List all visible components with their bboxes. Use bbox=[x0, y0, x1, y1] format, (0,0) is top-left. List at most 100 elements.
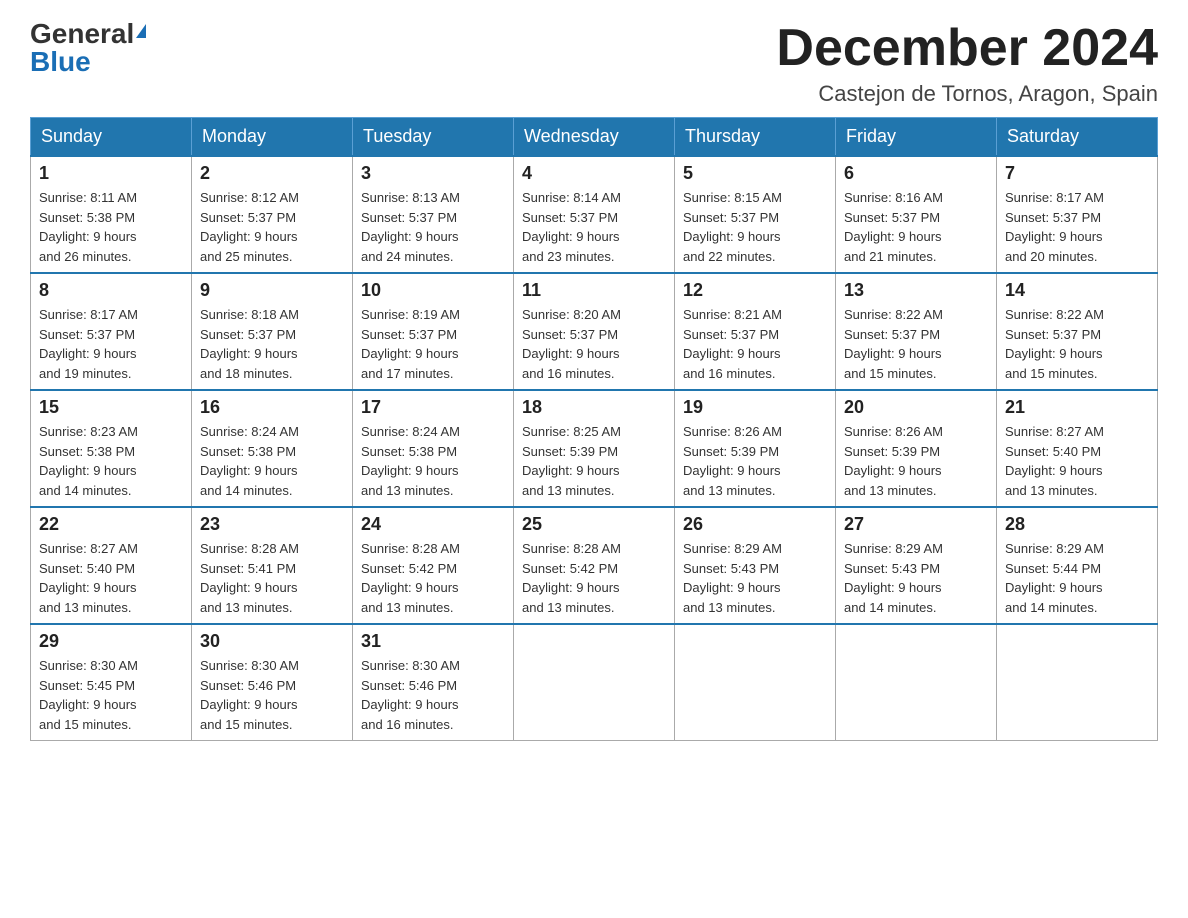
day-info: Sunrise: 8:28 AM Sunset: 5:42 PM Dayligh… bbox=[361, 539, 505, 617]
calendar-week-row: 1 Sunrise: 8:11 AM Sunset: 5:38 PM Dayli… bbox=[31, 156, 1158, 273]
calendar-cell: 1 Sunrise: 8:11 AM Sunset: 5:38 PM Dayli… bbox=[31, 156, 192, 273]
sunrise-label: Sunrise: 8:22 AM bbox=[1005, 307, 1104, 322]
sunset-label: Sunset: 5:40 PM bbox=[39, 561, 135, 576]
calendar-cell bbox=[675, 624, 836, 741]
sunset-label: Sunset: 5:37 PM bbox=[39, 327, 135, 342]
calendar-header-wednesday: Wednesday bbox=[514, 118, 675, 157]
day-number: 11 bbox=[522, 280, 666, 301]
day-number: 19 bbox=[683, 397, 827, 418]
day-number: 23 bbox=[200, 514, 344, 535]
sunrise-label: Sunrise: 8:28 AM bbox=[361, 541, 460, 556]
calendar-cell: 7 Sunrise: 8:17 AM Sunset: 5:37 PM Dayli… bbox=[997, 156, 1158, 273]
daylight-label: Daylight: 9 hours bbox=[200, 346, 298, 361]
sunset-label: Sunset: 5:37 PM bbox=[1005, 327, 1101, 342]
daylight-label: Daylight: 9 hours bbox=[522, 463, 620, 478]
sunrise-label: Sunrise: 8:16 AM bbox=[844, 190, 943, 205]
daylight-label: Daylight: 9 hours bbox=[1005, 463, 1103, 478]
sunset-label: Sunset: 5:43 PM bbox=[683, 561, 779, 576]
sunset-label: Sunset: 5:39 PM bbox=[844, 444, 940, 459]
day-number: 5 bbox=[683, 163, 827, 184]
daylight-minutes: and 15 minutes. bbox=[200, 717, 293, 732]
daylight-label: Daylight: 9 hours bbox=[683, 229, 781, 244]
daylight-minutes: and 14 minutes. bbox=[1005, 600, 1098, 615]
daylight-minutes: and 16 minutes. bbox=[683, 366, 776, 381]
daylight-minutes: and 20 minutes. bbox=[1005, 249, 1098, 264]
day-info: Sunrise: 8:29 AM Sunset: 5:43 PM Dayligh… bbox=[844, 539, 988, 617]
calendar-cell: 9 Sunrise: 8:18 AM Sunset: 5:37 PM Dayli… bbox=[192, 273, 353, 390]
daylight-label: Daylight: 9 hours bbox=[361, 229, 459, 244]
sunrise-label: Sunrise: 8:29 AM bbox=[844, 541, 943, 556]
daylight-minutes: and 14 minutes. bbox=[39, 483, 132, 498]
sunrise-label: Sunrise: 8:27 AM bbox=[1005, 424, 1104, 439]
sunset-label: Sunset: 5:44 PM bbox=[1005, 561, 1101, 576]
daylight-minutes: and 13 minutes. bbox=[361, 483, 454, 498]
calendar-cell: 29 Sunrise: 8:30 AM Sunset: 5:45 PM Dayl… bbox=[31, 624, 192, 741]
day-number: 20 bbox=[844, 397, 988, 418]
calendar-cell: 26 Sunrise: 8:29 AM Sunset: 5:43 PM Dayl… bbox=[675, 507, 836, 624]
logo-blue: Blue bbox=[30, 48, 91, 76]
sunrise-label: Sunrise: 8:30 AM bbox=[200, 658, 299, 673]
calendar-cell: 2 Sunrise: 8:12 AM Sunset: 5:37 PM Dayli… bbox=[192, 156, 353, 273]
day-number: 22 bbox=[39, 514, 183, 535]
day-number: 21 bbox=[1005, 397, 1149, 418]
daylight-label: Daylight: 9 hours bbox=[683, 463, 781, 478]
day-number: 16 bbox=[200, 397, 344, 418]
sunset-label: Sunset: 5:37 PM bbox=[361, 210, 457, 225]
daylight-label: Daylight: 9 hours bbox=[39, 229, 137, 244]
sunrise-label: Sunrise: 8:30 AM bbox=[39, 658, 138, 673]
sunrise-label: Sunrise: 8:30 AM bbox=[361, 658, 460, 673]
sunset-label: Sunset: 5:38 PM bbox=[39, 444, 135, 459]
day-number: 10 bbox=[361, 280, 505, 301]
sunrise-label: Sunrise: 8:24 AM bbox=[200, 424, 299, 439]
calendar-cell: 30 Sunrise: 8:30 AM Sunset: 5:46 PM Dayl… bbox=[192, 624, 353, 741]
calendar-header-tuesday: Tuesday bbox=[353, 118, 514, 157]
daylight-minutes: and 13 minutes. bbox=[522, 483, 615, 498]
daylight-label: Daylight: 9 hours bbox=[39, 697, 137, 712]
day-number: 18 bbox=[522, 397, 666, 418]
daylight-label: Daylight: 9 hours bbox=[200, 463, 298, 478]
day-info: Sunrise: 8:19 AM Sunset: 5:37 PM Dayligh… bbox=[361, 305, 505, 383]
sunrise-label: Sunrise: 8:15 AM bbox=[683, 190, 782, 205]
day-number: 7 bbox=[1005, 163, 1149, 184]
day-info: Sunrise: 8:29 AM Sunset: 5:43 PM Dayligh… bbox=[683, 539, 827, 617]
day-number: 31 bbox=[361, 631, 505, 652]
sunrise-label: Sunrise: 8:20 AM bbox=[522, 307, 621, 322]
calendar-cell: 19 Sunrise: 8:26 AM Sunset: 5:39 PM Dayl… bbox=[675, 390, 836, 507]
daylight-minutes: and 13 minutes. bbox=[683, 600, 776, 615]
daylight-minutes: and 15 minutes. bbox=[844, 366, 937, 381]
day-number: 26 bbox=[683, 514, 827, 535]
sunset-label: Sunset: 5:37 PM bbox=[522, 327, 618, 342]
day-info: Sunrise: 8:28 AM Sunset: 5:42 PM Dayligh… bbox=[522, 539, 666, 617]
calendar-cell: 4 Sunrise: 8:14 AM Sunset: 5:37 PM Dayli… bbox=[514, 156, 675, 273]
day-number: 15 bbox=[39, 397, 183, 418]
sunset-label: Sunset: 5:37 PM bbox=[844, 327, 940, 342]
day-info: Sunrise: 8:20 AM Sunset: 5:37 PM Dayligh… bbox=[522, 305, 666, 383]
daylight-minutes: and 26 minutes. bbox=[39, 249, 132, 264]
sunrise-label: Sunrise: 8:29 AM bbox=[1005, 541, 1104, 556]
day-number: 29 bbox=[39, 631, 183, 652]
day-info: Sunrise: 8:14 AM Sunset: 5:37 PM Dayligh… bbox=[522, 188, 666, 266]
daylight-label: Daylight: 9 hours bbox=[522, 580, 620, 595]
daylight-label: Daylight: 9 hours bbox=[522, 346, 620, 361]
day-info: Sunrise: 8:26 AM Sunset: 5:39 PM Dayligh… bbox=[683, 422, 827, 500]
calendar-cell: 24 Sunrise: 8:28 AM Sunset: 5:42 PM Dayl… bbox=[353, 507, 514, 624]
daylight-label: Daylight: 9 hours bbox=[683, 346, 781, 361]
calendar-cell: 3 Sunrise: 8:13 AM Sunset: 5:37 PM Dayli… bbox=[353, 156, 514, 273]
day-number: 2 bbox=[200, 163, 344, 184]
daylight-minutes: and 18 minutes. bbox=[200, 366, 293, 381]
sunset-label: Sunset: 5:39 PM bbox=[522, 444, 618, 459]
calendar-week-row: 29 Sunrise: 8:30 AM Sunset: 5:45 PM Dayl… bbox=[31, 624, 1158, 741]
calendar-cell: 16 Sunrise: 8:24 AM Sunset: 5:38 PM Dayl… bbox=[192, 390, 353, 507]
calendar-cell: 17 Sunrise: 8:24 AM Sunset: 5:38 PM Dayl… bbox=[353, 390, 514, 507]
calendar-cell: 8 Sunrise: 8:17 AM Sunset: 5:37 PM Dayli… bbox=[31, 273, 192, 390]
daylight-label: Daylight: 9 hours bbox=[39, 580, 137, 595]
calendar-week-row: 15 Sunrise: 8:23 AM Sunset: 5:38 PM Dayl… bbox=[31, 390, 1158, 507]
sunrise-label: Sunrise: 8:19 AM bbox=[361, 307, 460, 322]
sunrise-label: Sunrise: 8:24 AM bbox=[361, 424, 460, 439]
calendar-header-sunday: Sunday bbox=[31, 118, 192, 157]
calendar-cell: 12 Sunrise: 8:21 AM Sunset: 5:37 PM Dayl… bbox=[675, 273, 836, 390]
day-number: 9 bbox=[200, 280, 344, 301]
sunrise-label: Sunrise: 8:13 AM bbox=[361, 190, 460, 205]
calendar-cell: 31 Sunrise: 8:30 AM Sunset: 5:46 PM Dayl… bbox=[353, 624, 514, 741]
sunrise-label: Sunrise: 8:26 AM bbox=[844, 424, 943, 439]
